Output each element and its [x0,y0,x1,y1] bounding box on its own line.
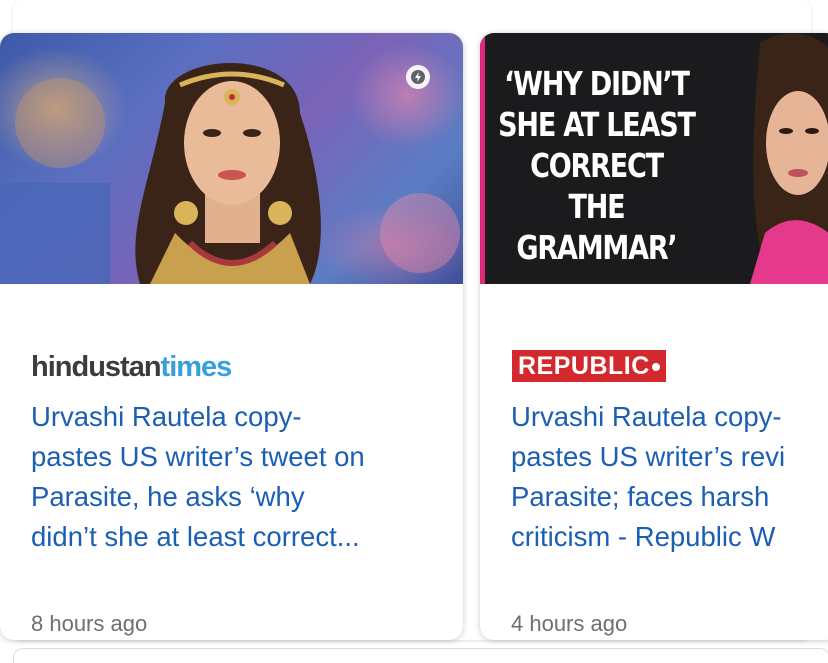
portrait-illustration [0,63,460,284]
article-title-link[interactable]: Urvashi Rautela copy- pastes US writer’s… [31,397,441,557]
portrait-illustration [750,33,828,284]
logo-text-hindustan: hindustan [31,351,162,383]
thumbnail-headline: ‘WHY DIDN’T SHE AT LEAST CORRECT THE GRA… [496,63,697,268]
logo-text-times: times [160,351,233,383]
logo-text-republic: REPUBLIC [518,352,650,380]
title-line: Parasite; faces harsh [511,481,770,512]
title-line: Urvashi Rautela copy- [31,401,302,432]
thumbnail-headline-line: THE GRAMMAR’ [516,187,677,267]
news-card-hindustan-times[interactable]: hindustantimes Urvashi Rautela copy- pas… [0,33,463,640]
timestamp: 4 hours ago [511,611,628,636]
title-line: Urvashi Rautela copy- [511,401,782,432]
article-thumbnail [0,33,463,284]
thumbnail-headline-line: SHE AT LEAST [498,105,696,144]
timestamp: 8 hours ago [31,611,148,636]
title-line: pastes US writer’s tweet on [31,441,365,472]
title-line: criticism - Republic W [511,521,776,552]
news-card-republic[interactable]: ‘WHY DIDN’T SHE AT LEAST CORRECT THE GRA… [480,33,828,640]
article-thumbnail: ‘WHY DIDN’T SHE AT LEAST CORRECT THE GRA… [480,33,828,284]
logo-dot-icon [651,363,660,372]
title-line: pastes US writer’s revi [511,441,786,472]
source-logo-hindustan-times: hindustantimes [31,351,233,384]
thumbnail-headline-line: ‘WHY DIDN’T [504,64,690,103]
thumbnail-headline-line: CORRECT [530,146,664,185]
thumbnail-accent-bar [480,33,485,284]
source-logo-republic: REPUBLIC [512,350,666,382]
article-title-link[interactable]: Urvashi Rautela copy- pastes US writer’s… [511,397,828,557]
amp-bolt-icon [406,65,430,89]
title-line: Parasite, he asks ‘why [31,481,305,512]
title-line: didn’t she at least correct... [31,521,360,552]
